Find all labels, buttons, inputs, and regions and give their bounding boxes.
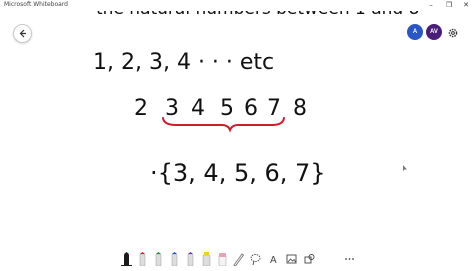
more-tools-button[interactable] <box>344 252 355 266</box>
whiteboard-canvas[interactable]: the natural numbers between 1 and 8 1, 2… <box>0 0 474 251</box>
text-tool[interactable]: A <box>268 252 279 266</box>
app-title: Microsoft Whiteboard <box>4 1 68 8</box>
row-number-4: 4 <box>191 96 205 121</box>
pen-green-tool[interactable] <box>153 252 164 267</box>
arrow-left-icon <box>19 29 26 38</box>
lasso-select-tool[interactable] <box>250 252 261 266</box>
settings-button[interactable] <box>447 26 459 38</box>
eraser-tool[interactable] <box>217 252 228 267</box>
top-line-text: the natural numbers between 1 and 8 <box>96 11 419 19</box>
row-number-5: 5 <box>220 96 234 121</box>
maximize-button[interactable]: ❐ <box>442 0 456 10</box>
minimize-button[interactable]: – <box>424 0 438 10</box>
pen-blue-tool[interactable] <box>169 252 180 267</box>
shapes-tool[interactable] <box>304 252 315 266</box>
mouse-cursor-icon <box>403 165 407 171</box>
image-tool[interactable] <box>286 252 297 266</box>
row-number-7: 7 <box>267 96 281 121</box>
text-tool-label: A <box>270 255 277 266</box>
sequence-line: 1, 2, 3, 4 · · · etc <box>93 50 274 75</box>
row-end-number: 8 <box>293 96 307 121</box>
set-notation: ·{3, 4, 5, 6, 7} <box>150 159 326 187</box>
row-number-3: 3 <box>165 96 179 121</box>
gear-icon <box>448 28 458 38</box>
close-button[interactable]: ✕ <box>459 0 473 10</box>
ruler-tool[interactable] <box>233 252 245 267</box>
inking-toolbar: A <box>113 250 363 267</box>
title-bar: Microsoft Whiteboard – ❐ ✕ <box>0 0 474 11</box>
pen-black-tool[interactable] <box>121 252 132 266</box>
row-number-6: 6 <box>244 96 258 121</box>
ink-layer: the natural numbers between 1 and 8 1, 2… <box>93 0 419 187</box>
pen-purple-tool[interactable] <box>185 252 196 267</box>
row-start-number: 2 <box>134 96 148 121</box>
avatar-2[interactable]: AV <box>426 24 442 40</box>
avatar-1[interactable]: A <box>407 24 423 40</box>
highlighter-yellow-tool[interactable] <box>201 252 212 267</box>
pen-red-tool[interactable] <box>137 252 148 267</box>
back-button[interactable] <box>13 24 32 43</box>
